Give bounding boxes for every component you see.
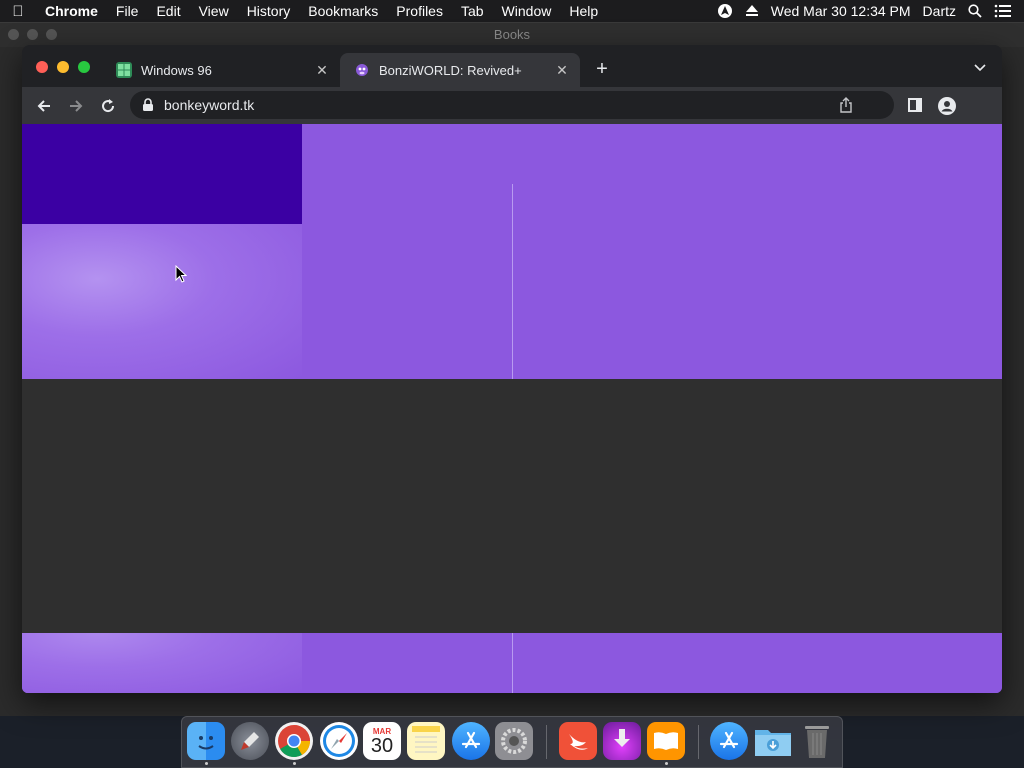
books-titlebar: Books [0, 23, 1024, 47]
profile-avatar-icon[interactable] [938, 97, 956, 115]
menu-window[interactable]: Window [493, 3, 561, 19]
launchpad-icon[interactable] [231, 722, 269, 760]
minimize-window-icon[interactable] [57, 61, 69, 73]
tab-windows-96[interactable]: Windows 96 ✕ [102, 53, 340, 87]
menu-bookmarks[interactable]: Bookmarks [299, 3, 387, 19]
safari-icon[interactable] [320, 722, 358, 760]
chrome-icon[interactable] [275, 722, 313, 760]
app-store-folder-icon[interactable] [710, 722, 748, 760]
eject-icon[interactable] [745, 5, 759, 17]
spotlight-search-icon[interactable] [968, 4, 982, 18]
menu-edit[interactable]: Edit [147, 3, 189, 19]
control-center-icon[interactable] [994, 4, 1012, 18]
dark-purple-block [22, 124, 302, 224]
dock-separator [546, 725, 547, 759]
close-dot-icon[interactable] [8, 29, 19, 40]
running-indicator [665, 762, 668, 765]
books-window-controls [8, 29, 57, 40]
forward-button[interactable] [65, 95, 87, 117]
menu-help[interactable]: Help [560, 3, 607, 19]
tab-bonziworld[interactable]: BonziWORLD: Revived+ ✕ [340, 53, 580, 87]
url-text[interactable]: bonkeyword.tk [164, 97, 254, 113]
dock-separator [698, 725, 699, 759]
reload-button[interactable] [97, 95, 119, 117]
swift-playgrounds-icon[interactable] [559, 722, 597, 760]
status-app-icon[interactable] [717, 3, 733, 19]
downloads-folder-icon[interactable] [754, 722, 792, 760]
menu-tab[interactable]: Tab [452, 3, 493, 19]
share-icon[interactable] [838, 97, 854, 113]
tab-title: Windows 96 [141, 62, 212, 78]
system-preferences-icon[interactable] [495, 722, 533, 760]
notes-icon[interactable] [407, 722, 445, 760]
address-bar[interactable]: bonkeyword.tk [130, 91, 894, 119]
zoom-dot-icon[interactable] [46, 29, 57, 40]
app-store-icon[interactable] [452, 722, 490, 760]
finder-icon[interactable] [187, 722, 225, 760]
menu-history[interactable]: History [238, 3, 300, 19]
menu-bar:  Chrome File Edit View History Bookmark… [0, 0, 1024, 22]
close-window-icon[interactable] [36, 61, 48, 73]
tab-title: BonziWORLD: Revived+ [379, 62, 522, 78]
books-icon[interactable] [647, 722, 685, 760]
purple-glow [22, 633, 302, 693]
tab-strip: Windows 96 ✕ BonziWORLD: Revived+ ✕ + [22, 45, 1002, 87]
bonzi-icon [354, 62, 370, 78]
bottom-purple-band [22, 633, 1002, 693]
close-tab-icon[interactable]: ✕ [314, 62, 330, 78]
gray-band [22, 379, 1002, 633]
downloader-icon[interactable] [603, 722, 641, 760]
calendar-icon[interactable]: MAR 30 [363, 722, 401, 760]
running-indicator [293, 762, 296, 765]
close-tab-icon[interactable]: ✕ [554, 62, 570, 78]
menu-view[interactable]: View [190, 3, 238, 19]
zoom-window-icon[interactable] [78, 61, 90, 73]
apple-menu-icon[interactable]:  [0, 3, 36, 20]
new-tab-button[interactable]: + [592, 59, 612, 79]
running-indicator [205, 762, 208, 765]
web-page-content[interactable] [22, 124, 1002, 693]
side-panel-icon[interactable] [907, 97, 925, 115]
minimize-dot-icon[interactable] [27, 29, 38, 40]
menu-app-name[interactable]: Chrome [36, 3, 107, 19]
windows96-icon [116, 62, 132, 78]
menubar-user[interactable]: Dartz [923, 3, 956, 19]
menu-profiles[interactable]: Profiles [387, 3, 452, 19]
center-divider-line [512, 633, 513, 693]
menu-file[interactable]: File [107, 3, 148, 19]
mouse-cursor-icon [175, 265, 187, 283]
trash-icon[interactable] [798, 722, 836, 760]
lock-icon[interactable] [142, 98, 154, 112]
menubar-clock[interactable]: Wed Mar 30 12:34 PM [771, 3, 911, 19]
window-controls [36, 61, 90, 73]
center-divider-line [512, 184, 513, 379]
tab-search-chevron-icon[interactable] [972, 61, 988, 77]
back-button[interactable] [33, 95, 55, 117]
calendar-day: 30 [370, 734, 394, 757]
browser-toolbar: bonkeyword.tk [22, 87, 1002, 124]
books-window-title: Books [493, 27, 531, 42]
chrome-window: Windows 96 ✕ BonziWORLD: Revived+ ✕ + bo… [22, 45, 1002, 693]
purple-glow [22, 224, 302, 379]
dock: MAR 30 [181, 716, 843, 768]
